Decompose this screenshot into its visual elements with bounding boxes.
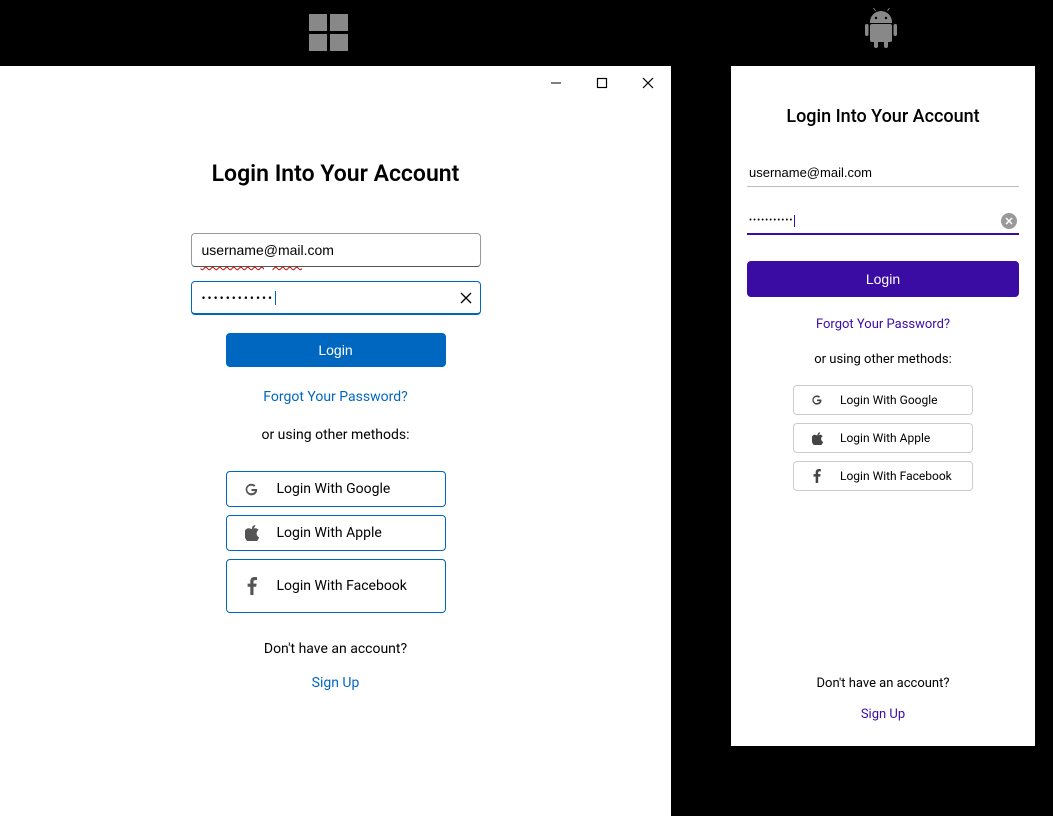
login-facebook-button[interactable]: Login With Facebook [226,559,446,613]
windows-login-window: Login Into Your Account username@mail.co… [0,66,671,816]
apple-icon [810,432,824,445]
signup-link[interactable]: Sign Up [312,675,360,691]
password-field[interactable]: ••••••••••• [747,209,1019,235]
clear-password-icon[interactable] [459,291,473,305]
password-value: •••••••••••• [202,291,275,305]
email-field[interactable] [191,233,481,267]
login-facebook-button[interactable]: Login With Facebook [793,461,973,491]
login-google-label: Login With Google [277,480,429,498]
page-title: Login Into Your Account [786,106,979,127]
email-field[interactable] [747,159,1019,187]
facebook-icon [243,577,261,595]
no-account-text: Don't have an account? [264,641,407,657]
google-icon [243,482,261,497]
close-button[interactable] [625,66,671,100]
login-apple-label: Login With Apple [840,431,930,445]
password-value: ••••••••••• [749,216,793,226]
android-login-window: Login Into Your Account ••••••••••• Logi… [731,66,1035,746]
clear-password-icon[interactable] [1001,213,1017,229]
forgot-password-link[interactable]: Forgot Your Password? [263,389,407,405]
page-title: Login Into Your Account [212,160,460,187]
no-account-text: Don't have an account? [817,676,950,691]
facebook-icon [810,469,824,483]
windows-platform-icon [305,8,353,60]
login-apple-button[interactable]: Login With Apple [226,515,446,551]
google-icon [810,394,824,406]
login-facebook-label: Login With Facebook [840,469,952,483]
login-apple-button[interactable]: Login With Apple [793,423,973,453]
maximize-button[interactable] [579,66,625,100]
login-google-button[interactable]: Login With Google [226,471,446,507]
window-titlebar [0,66,671,100]
login-button[interactable]: Login [226,333,446,367]
forgot-password-link[interactable]: Forgot Your Password? [816,317,950,332]
login-google-button[interactable]: Login With Google [793,385,973,415]
login-button[interactable]: Login [747,261,1019,297]
android-platform-icon [864,8,898,52]
login-google-label: Login With Google [840,393,938,407]
password-field[interactable]: •••••••••••• [191,281,481,315]
or-divider-text: or using other methods: [261,427,409,443]
minimize-button[interactable] [533,66,579,100]
or-divider-text: or using other methods: [814,352,951,367]
login-apple-label: Login With Apple [277,524,429,542]
login-facebook-label: Login With Facebook [277,577,429,595]
signup-link[interactable]: Sign Up [861,707,905,722]
apple-icon [243,525,261,541]
